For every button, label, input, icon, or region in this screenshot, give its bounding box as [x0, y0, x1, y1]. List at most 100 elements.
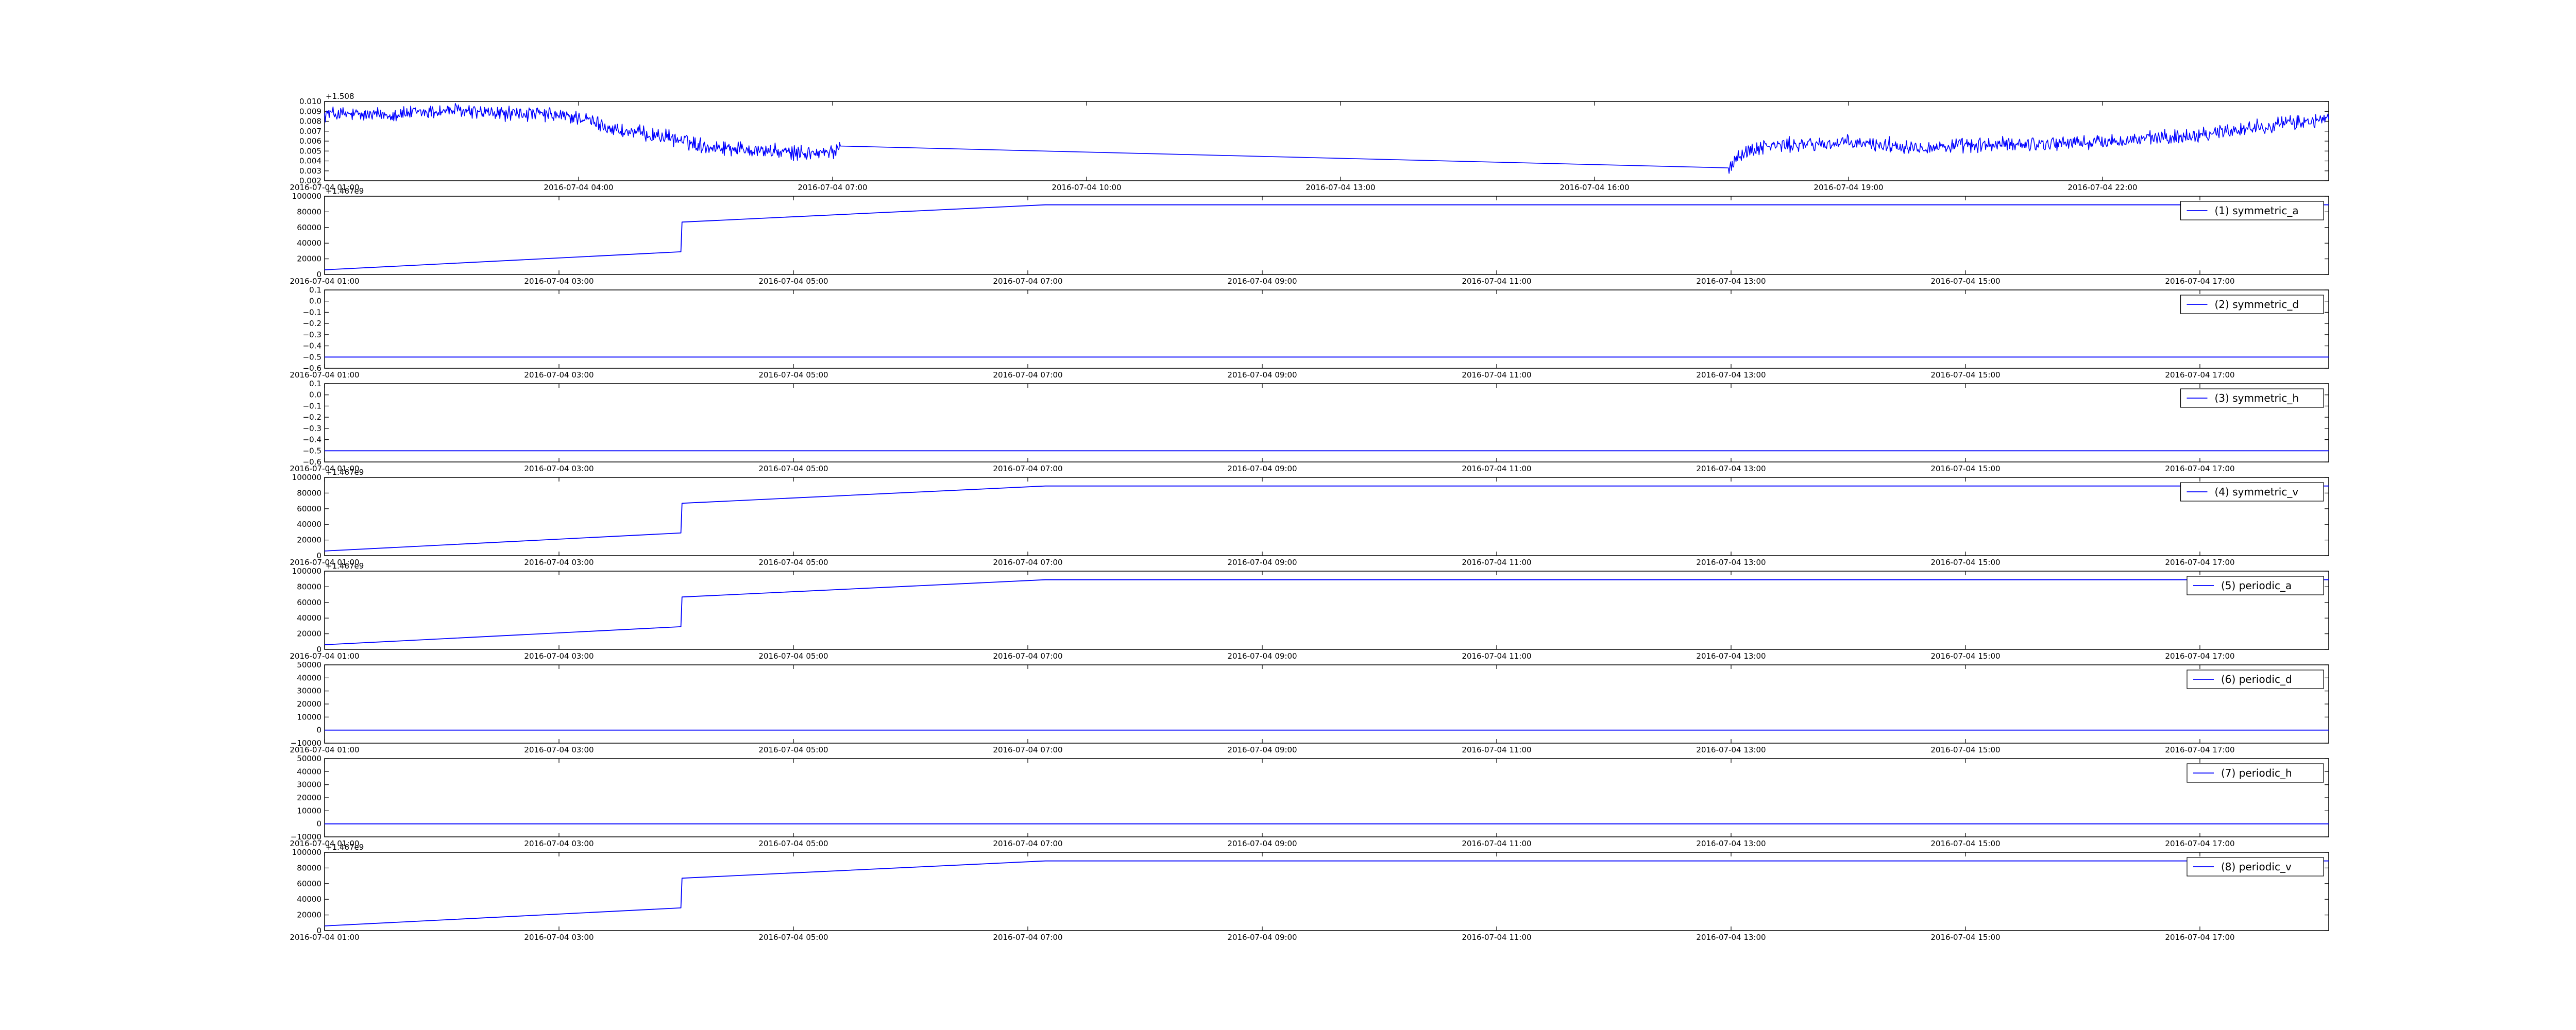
y-tick-label: 20000: [297, 629, 321, 639]
y-tick-label: 60000: [297, 598, 321, 607]
axes-frame-9: [324, 852, 2329, 931]
x-tick-label: 2016-07-04 17:00: [2165, 745, 2234, 754]
x-tick-label: 2016-07-04 09:00: [1227, 370, 1297, 380]
x-tick-label: 2016-07-04 05:00: [758, 651, 828, 661]
y-tick-label: −0.3: [303, 424, 321, 433]
y-tick-label: −0.5: [303, 446, 321, 455]
x-tick-label: 2016-07-04 07:00: [993, 558, 1062, 567]
x-tick-label: 2016-07-04 13:00: [1696, 651, 1766, 661]
x-tick-label: 2016-07-04 05:00: [758, 933, 828, 942]
x-tick-label: 2016-07-04 05:00: [758, 558, 828, 567]
x-tick-label: 2016-07-04 11:00: [1462, 745, 1531, 754]
x-tick-label: 2016-07-04 07:00: [993, 277, 1062, 286]
legend-label: (2) symmetric_d: [2215, 298, 2299, 311]
axes-frame-8: [324, 758, 2329, 837]
y-tick-label: 10000: [297, 712, 321, 722]
x-tick-label: 2016-07-04 13:00: [1696, 277, 1766, 286]
x-tick-label: 2016-07-04 03:00: [524, 839, 594, 848]
legend-label: (6) periodic_d: [2221, 673, 2292, 685]
y-offset-label: +1.467e9: [326, 186, 364, 196]
y-tick-label: 100000: [292, 848, 321, 857]
legend-label: (1) symmetric_a: [2215, 204, 2299, 217]
x-tick-label: 2016-07-04 13:00: [1696, 933, 1766, 942]
x-tick-label: 2016-07-04 09:00: [1227, 745, 1297, 754]
x-tick-label: 2016-07-04 05:00: [758, 839, 828, 848]
x-tick-label: 2016-07-04 03:00: [524, 370, 594, 380]
y-tick-label: 0.006: [299, 136, 321, 146]
axes-frame-6: [324, 571, 2329, 650]
x-tick-label: 2016-07-04 05:00: [758, 745, 828, 754]
x-tick-label: 2016-07-04 07:00: [993, 745, 1062, 754]
y-tick-label: 0.010: [299, 97, 321, 106]
y-tick-label: 60000: [297, 879, 321, 888]
y-tick-label: 0.007: [299, 127, 321, 136]
y-tick-label: 50000: [297, 660, 321, 670]
y-tick-label: 30000: [297, 686, 321, 696]
y-tick-label: 0.008: [299, 117, 321, 126]
x-tick-label: 2016-07-04 11:00: [1462, 839, 1531, 848]
x-tick-label: 2016-07-04 09:00: [1227, 839, 1297, 848]
y-tick-label: 0.004: [299, 157, 321, 166]
y-tick-label: 10000: [297, 806, 321, 815]
x-tick-label: 2016-07-04 07:00: [993, 464, 1062, 473]
legend-label: (7) periodic_h: [2221, 767, 2292, 779]
y-tick-label: 0.1: [309, 379, 321, 388]
x-tick-label: 2016-07-04 13:00: [1696, 370, 1766, 380]
x-tick-label: 2016-07-04 17:00: [2165, 839, 2234, 848]
x-tick-label: 2016-07-04 15:00: [1930, 277, 2000, 286]
axes-frame-5: [324, 477, 2329, 556]
x-tick-label: 2016-07-04 07:00: [993, 370, 1062, 380]
y-offset-label: +1.467e9: [326, 468, 364, 477]
x-tick-label: 2016-07-04 13:00: [1306, 183, 1375, 192]
x-tick-label: 2016-07-04 03:00: [524, 464, 594, 473]
y-tick-label: 40000: [297, 673, 321, 682]
y-tick-label: 50000: [297, 754, 321, 763]
x-tick-label: 2016-07-04 22:00: [2067, 183, 2137, 192]
axes-frame-4: [324, 383, 2329, 462]
x-tick-label: 2016-07-04 01:00: [290, 745, 359, 754]
x-tick-label: 2016-07-04 07:00: [993, 933, 1062, 942]
y-tick-label: 60000: [297, 223, 321, 232]
y-tick-label: 30000: [297, 780, 321, 789]
x-tick-label: 2016-07-04 15:00: [1930, 370, 2000, 380]
x-tick-label: 2016-07-04 03:00: [524, 558, 594, 567]
y-tick-label: 20000: [297, 254, 321, 264]
x-tick-label: 2016-07-04 15:00: [1930, 745, 2000, 754]
x-tick-label: 2016-07-04 09:00: [1227, 933, 1297, 942]
x-tick-label: 2016-07-04 13:00: [1696, 558, 1766, 567]
y-tick-label: 20000: [297, 536, 321, 545]
x-tick-label: 2016-07-04 15:00: [1930, 558, 2000, 567]
x-tick-label: 2016-07-04 11:00: [1462, 370, 1531, 380]
y-tick-label: −0.3: [303, 330, 321, 339]
y-tick-label: 0.0: [309, 390, 321, 400]
x-tick-label: 2016-07-04 01:00: [290, 370, 359, 380]
x-tick-label: 2016-07-04 15:00: [1930, 839, 2000, 848]
x-tick-label: 2016-07-04 15:00: [1930, 464, 2000, 473]
x-tick-label: 2016-07-04 17:00: [2165, 464, 2234, 473]
figure: 0.0020.0030.0040.0050.0060.0070.0080.009…: [290, 92, 2329, 942]
x-tick-label: 2016-07-04 19:00: [1814, 183, 1883, 192]
x-tick-label: 2016-07-04 17:00: [2165, 933, 2234, 942]
x-tick-label: 2016-07-04 07:00: [993, 839, 1062, 848]
y-tick-label: 0: [316, 819, 321, 829]
x-tick-label: 2016-07-04 09:00: [1227, 464, 1297, 473]
y-tick-label: 40000: [297, 767, 321, 776]
x-tick-label: 2016-07-04 01:00: [290, 933, 359, 942]
y-tick-label: 20000: [297, 911, 321, 920]
x-tick-label: 2016-07-04 05:00: [758, 464, 828, 473]
y-tick-label: 100000: [292, 566, 321, 576]
y-tick-label: 80000: [297, 207, 321, 216]
x-tick-label: 2016-07-04 16:00: [1560, 183, 1629, 192]
y-tick-label: 0.0: [309, 297, 321, 306]
y-tick-label: 20000: [297, 699, 321, 709]
x-tick-label: 2016-07-04 11:00: [1462, 651, 1531, 661]
x-tick-label: 2016-07-04 09:00: [1227, 651, 1297, 661]
y-tick-label: −0.4: [303, 341, 321, 351]
x-tick-label: 2016-07-04 17:00: [2165, 558, 2234, 567]
x-tick-label: 2016-07-04 03:00: [524, 277, 594, 286]
y-tick-label: −0.2: [303, 319, 321, 328]
axes-frame-7: [324, 664, 2329, 744]
y-tick-label: −0.1: [303, 307, 321, 317]
y-offset-label: +1.467e9: [326, 843, 364, 852]
y-tick-label: −0.5: [303, 352, 321, 362]
